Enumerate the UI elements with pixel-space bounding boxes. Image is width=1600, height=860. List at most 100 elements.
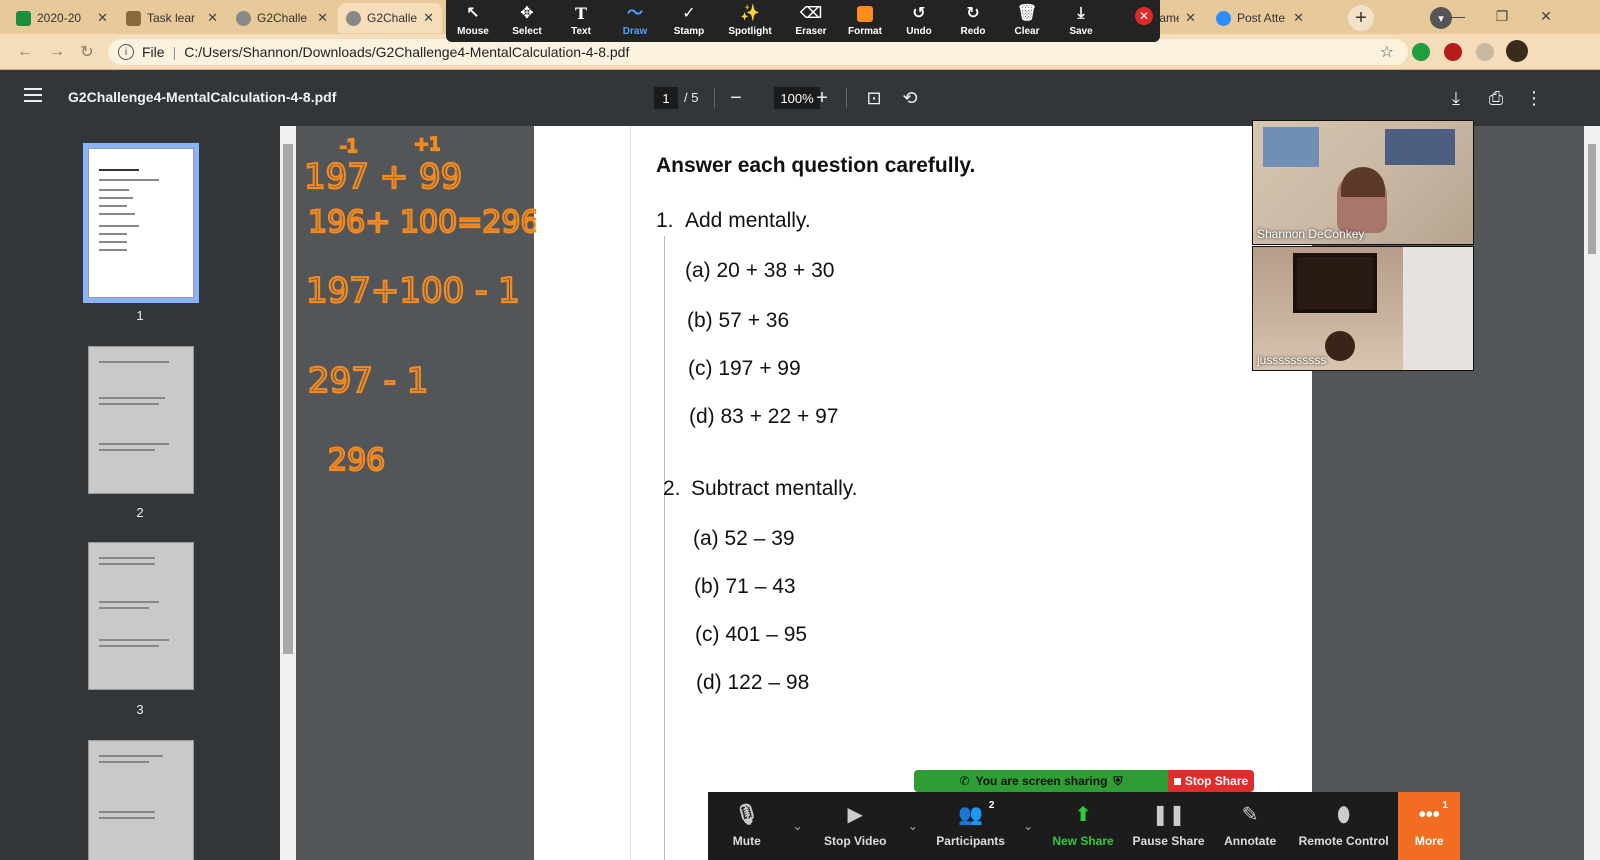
ink-mark-plus1: +1: [414, 134, 441, 155]
ink-mark-minus1: -1: [340, 136, 358, 157]
hamburger-menu-icon[interactable]: [24, 88, 42, 102]
chevron-up-icon[interactable]: ⌄: [1016, 792, 1040, 860]
tool-select[interactable]: ✥ Select: [500, 0, 554, 42]
sidebar-scroll-thumb[interactable]: [283, 144, 293, 654]
close-icon[interactable]: ✕: [423, 10, 434, 26]
stop-video-button[interactable]: ▶ Stop Video: [809, 792, 901, 860]
tab-label: 2020-20: [37, 11, 82, 25]
remote-control-button[interactable]: ⬮ Remote Control: [1289, 792, 1398, 860]
close-icon[interactable]: ✕: [1185, 10, 1196, 26]
tool-label: Mouse: [457, 26, 489, 37]
zoom-control-bar: 🎙 Mute ⌄ ▶ Stop Video ⌄ 👥 2 Participants…: [708, 792, 1461, 860]
close-icon[interactable]: ✕: [317, 10, 328, 26]
sidebar-scrollbar[interactable]: [280, 126, 296, 860]
restore-icon[interactable]: ❐: [1482, 4, 1522, 28]
reload-icon[interactable]: ↻: [76, 41, 98, 63]
video-tile-shannon[interactable]: Shannon DeConkey: [1252, 120, 1474, 245]
page-thumbnail-1[interactable]: [83, 143, 199, 303]
rotate-icon[interactable]: ⟲: [896, 84, 924, 112]
tool-mouse[interactable]: ↖ Mouse: [446, 0, 500, 42]
format-color-icon: [857, 5, 873, 23]
video-tile-participant2[interactable]: jussssssssss: [1252, 246, 1474, 371]
annotate-label: Annotate: [1224, 834, 1277, 848]
back-icon[interactable]: ←: [14, 41, 36, 63]
page-thumbnail-3[interactable]: [88, 542, 194, 690]
page-number-input[interactable]: 1: [654, 87, 678, 109]
tab-pdf-active[interactable]: G2Challe ✕: [338, 3, 442, 33]
question-2-label: Subtract mentally.: [691, 477, 858, 500]
window-close-icon[interactable]: ✕: [1526, 4, 1566, 28]
close-icon[interactable]: ✕: [1293, 10, 1304, 26]
profile-avatar[interactable]: [1506, 40, 1528, 62]
annotation-toolbar: ↖ Mouse ✥ Select T Text 〜 Draw ✓ Stamp ✨…: [446, 0, 1160, 42]
info-icon[interactable]: i: [118, 44, 134, 60]
tool-draw[interactable]: 〜 Draw: [608, 0, 662, 42]
tab-spreadsheet[interactable]: 2020-20 ✕: [8, 3, 116, 33]
chevron-up-icon[interactable]: ⌄: [786, 792, 810, 860]
zoom-in-icon[interactable]: +: [808, 84, 836, 112]
more-button[interactable]: ••• 1 More: [1398, 792, 1461, 860]
address-prefix: File: [142, 44, 165, 60]
mute-button[interactable]: 🎙 Mute: [708, 792, 786, 860]
ublock-icon[interactable]: [1444, 43, 1462, 61]
text-icon: T: [575, 4, 587, 23]
page-total: / 5: [684, 90, 699, 105]
address-url: C:/Users/Shannon/Downloads/G2Challenge4-…: [184, 44, 630, 60]
new-share-button[interactable]: ⬆ New Share: [1040, 792, 1126, 860]
new-tab-button[interactable]: +: [1348, 5, 1374, 31]
person-silhouette: [1325, 331, 1355, 361]
participants-button[interactable]: 👥 2 Participants: [925, 792, 1017, 860]
forward-icon[interactable]: →: [46, 41, 68, 63]
page-thumbnail-2[interactable]: [88, 346, 194, 494]
tool-undo[interactable]: ↺ Undo: [892, 0, 946, 42]
tool-eraser[interactable]: ⌫ Eraser: [784, 0, 838, 42]
chevron-up-icon[interactable]: ⌄: [901, 792, 925, 860]
main-scrollbar[interactable]: [1584, 126, 1600, 860]
tab-task[interactable]: Task lear ✕: [118, 3, 226, 33]
bookmark-star-icon[interactable]: ☆: [1380, 42, 1394, 62]
globe-icon: [346, 10, 361, 26]
tool-clear[interactable]: 🗑 Clear: [1000, 0, 1054, 42]
annotation-close-icon[interactable]: ✕: [1135, 7, 1153, 25]
pdf-page: Answer each question carefully. 1. Add m…: [534, 126, 1312, 860]
tool-stamp[interactable]: ✓ Stamp: [662, 0, 716, 42]
tool-format[interactable]: Format: [838, 0, 892, 42]
extensions-puzzle-icon[interactable]: [1476, 43, 1494, 61]
page-margin-line: [630, 126, 631, 860]
page-thumbnail-4[interactable]: [88, 740, 194, 860]
undo-icon: ↺: [912, 5, 926, 22]
share-arrow-icon: ⬆: [1074, 804, 1092, 826]
ink-line-4: 297 - 1: [308, 361, 428, 401]
minimize-icon[interactable]: —: [1438, 4, 1478, 28]
pause-share-button[interactable]: ❚❚ Pause Share: [1126, 792, 1212, 860]
tool-spotlight[interactable]: ✨ Spotlight: [716, 0, 784, 42]
extension-green-icon[interactable]: [1412, 43, 1430, 61]
pencil-icon: ✎: [1241, 804, 1259, 826]
annotate-button[interactable]: ✎ Annotate: [1211, 792, 1289, 860]
address-bar[interactable]: i File | C:/Users/Shannon/Downloads/G2Ch…: [108, 39, 1408, 65]
address-separator: |: [172, 44, 177, 60]
tool-text[interactable]: T Text: [554, 0, 608, 42]
zoom-out-icon[interactable]: −: [722, 84, 750, 112]
thumbnail-sidebar: 1 2 3: [0, 126, 280, 860]
ink-line-1: 197 + 99: [304, 157, 462, 197]
tab-pdf-1[interactable]: G2Challe ✕: [228, 3, 336, 33]
microphone-icon: 🎙: [734, 804, 760, 826]
print-icon[interactable]: ⎙: [1482, 84, 1510, 112]
wall-poster: [1385, 129, 1455, 165]
tool-redo[interactable]: ↻ Redo: [946, 0, 1000, 42]
stop-share-label: Stop Share: [1184, 774, 1249, 788]
pause-share-label: Pause Share: [1132, 834, 1205, 848]
stop-share-button[interactable]: Stop Share: [1168, 770, 1254, 792]
tool-label: Text: [571, 26, 591, 37]
main-scroll-thumb[interactable]: [1588, 144, 1596, 254]
fit-page-icon[interactable]: ⊡: [860, 84, 888, 112]
globe-icon: [236, 10, 251, 26]
more-options-icon[interactable]: ⋮: [1520, 84, 1548, 112]
close-icon[interactable]: ✕: [97, 10, 108, 26]
tool-save[interactable]: ⤓ Save: [1054, 0, 1108, 42]
close-icon[interactable]: ✕: [207, 10, 218, 26]
ink-line-3: 197+100 - 1: [306, 271, 520, 311]
download-icon[interactable]: ⤓: [1442, 84, 1470, 112]
tab-zoom[interactable]: Post Atte ✕: [1208, 3, 1312, 33]
